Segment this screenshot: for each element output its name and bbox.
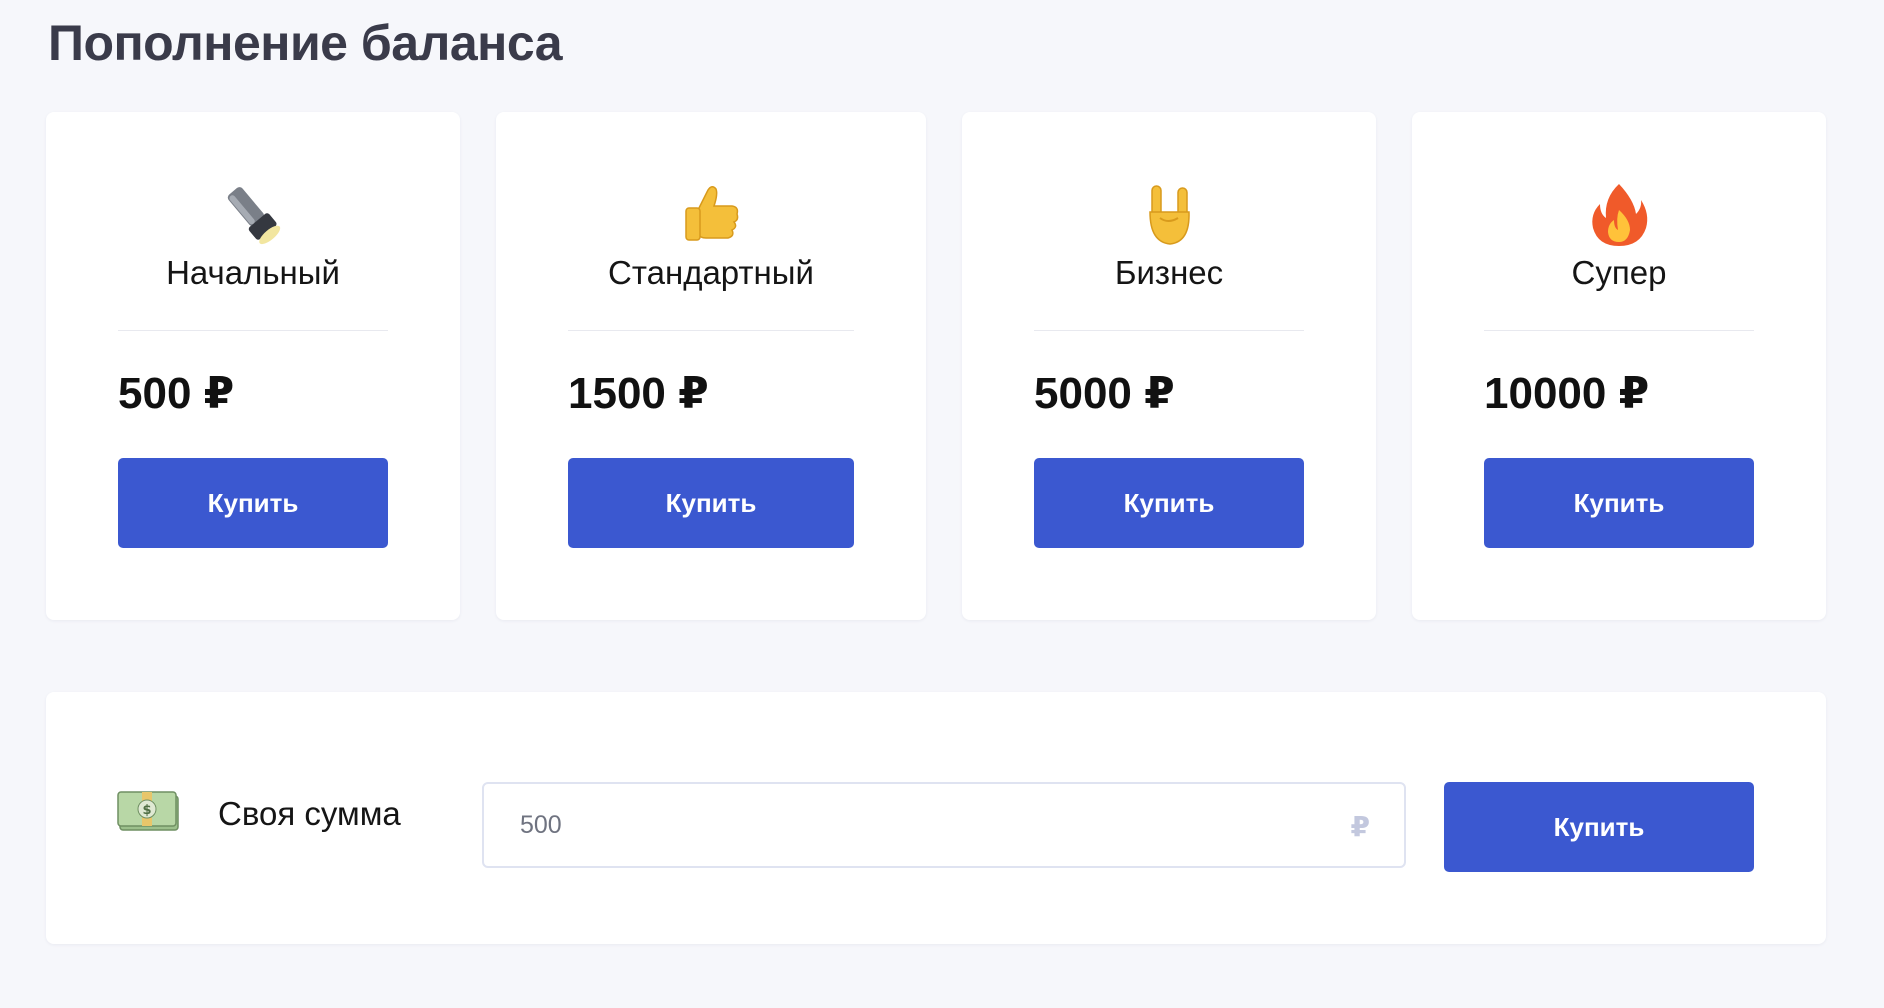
buy-button-business[interactable]: Купить: [1034, 458, 1304, 548]
custom-amount-input[interactable]: [520, 784, 1300, 866]
plan-divider: [1034, 330, 1304, 331]
plan-divider: [1484, 330, 1754, 331]
plan-price: 1500 ₽: [568, 369, 709, 418]
page-title: Пополнение баланса: [48, 15, 563, 71]
plan-card-super: Супер 10000 ₽ Купить: [1412, 112, 1826, 620]
plan-name: Бизнес: [1114, 254, 1224, 291]
money-banknote-icon: $: [116, 788, 182, 834]
plan-card-starter: Начальный 500 ₽ Купить: [46, 112, 460, 620]
flashlight-icon: [46, 180, 460, 250]
plan-card-business: Бизнес 5000 ₽ Купить: [962, 112, 1376, 620]
plan-divider: [118, 330, 388, 331]
plan-name: Супер: [1571, 254, 1667, 291]
thumbs-up-icon: [496, 180, 926, 250]
buy-button-standard[interactable]: Купить: [568, 458, 854, 548]
currency-sign: ₽: [1350, 811, 1370, 842]
plan-divider: [568, 330, 854, 331]
custom-buy-button[interactable]: Купить: [1444, 782, 1754, 872]
custom-amount-label: Своя сумма: [218, 795, 401, 832]
plan-name: Начальный: [166, 254, 340, 291]
plan-price: 10000 ₽: [1484, 369, 1650, 418]
rock-on-hand-icon: [962, 180, 1376, 250]
fire-icon: [1412, 180, 1826, 250]
custom-amount-field: ₽: [482, 782, 1406, 868]
buy-button-starter[interactable]: Купить: [118, 458, 388, 548]
svg-text:$: $: [142, 803, 151, 818]
plan-name: Стандартный: [608, 254, 814, 291]
custom-amount-panel: $ Своя сумма ₽ Купить: [46, 692, 1826, 944]
buy-button-super[interactable]: Купить: [1484, 458, 1754, 548]
plan-price: 5000 ₽: [1034, 369, 1175, 418]
plan-price: 500 ₽: [118, 369, 235, 418]
plan-card-standard: Стандартный 1500 ₽ Купить: [496, 112, 926, 620]
